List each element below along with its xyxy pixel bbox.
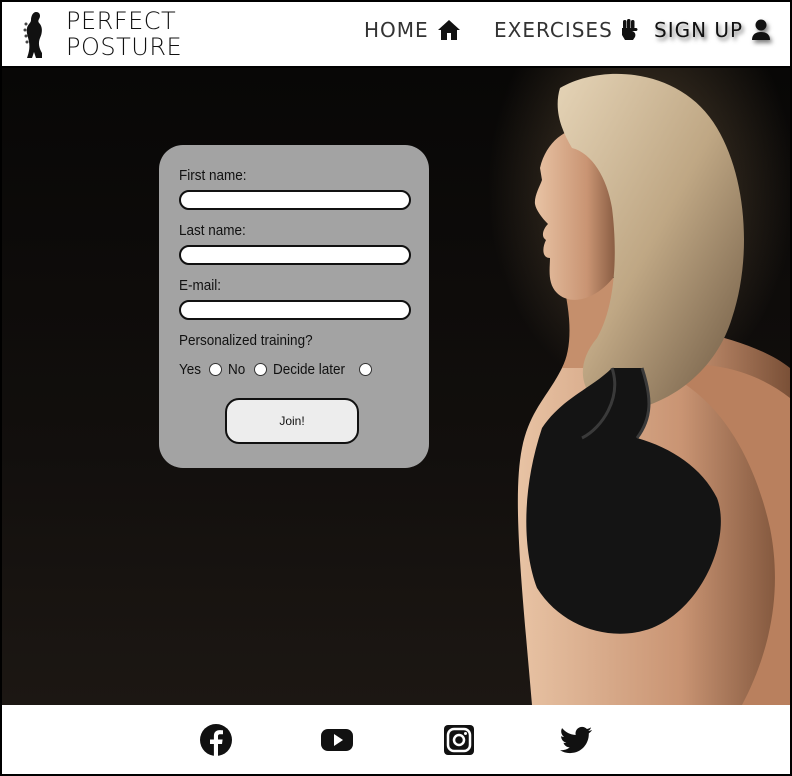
nav-home-label: HOME (364, 18, 429, 42)
facebook-icon[interactable] (199, 723, 233, 757)
first-name-field[interactable] (179, 190, 411, 210)
brand-line-1: PERFECT (66, 7, 177, 35)
nav-exercises-label: EXERCISES (494, 18, 613, 42)
site-footer (2, 705, 790, 774)
woman-athlete-profile-photo (517, 73, 790, 705)
option-no-radio[interactable] (253, 363, 267, 376)
signup-form: First name: Last name: E-mail: Personali… (159, 145, 429, 468)
spine-silhouette-icon[interactable] (22, 10, 48, 60)
nav-sign-up-label: SIGN UP (654, 18, 744, 42)
training-question-label: Personalized training? (179, 332, 313, 349)
nav-sign-up[interactable]: SIGN UP (654, 18, 771, 42)
email-label: E-mail: (179, 277, 222, 294)
last-name-field[interactable] (179, 245, 411, 265)
nav-home[interactable]: HOME (364, 18, 461, 42)
option-decide-later-radio[interactable] (358, 363, 372, 376)
fist-icon (621, 19, 638, 40)
email-field[interactable] (179, 300, 411, 320)
page-frame: PERFECT POSTURE HOME EXERCISES SIGN UP F… (0, 0, 792, 776)
youtube-icon[interactable] (320, 723, 354, 757)
site-header: PERFECT POSTURE HOME EXERCISES SIGN UP (2, 2, 790, 68)
instagram-icon[interactable] (442, 723, 476, 757)
user-icon (752, 19, 771, 40)
option-yes-radio[interactable] (209, 363, 223, 376)
option-no-label: No (228, 361, 246, 378)
home-icon (437, 20, 460, 40)
twitter-icon[interactable] (559, 723, 593, 757)
training-options: Yes No Decide later (179, 361, 378, 378)
nav-exercises[interactable]: EXERCISES (494, 18, 639, 42)
brand-name[interactable]: PERFECT POSTURE (66, 8, 182, 60)
first-name-label: First name: (179, 167, 247, 184)
join-button[interactable]: Join! (225, 398, 359, 444)
brand-line-2: POSTURE (66, 33, 183, 61)
last-name-label: Last name: (179, 222, 246, 239)
option-decide-later-label: Decide later (272, 361, 345, 378)
option-yes-label: Yes (179, 361, 202, 378)
